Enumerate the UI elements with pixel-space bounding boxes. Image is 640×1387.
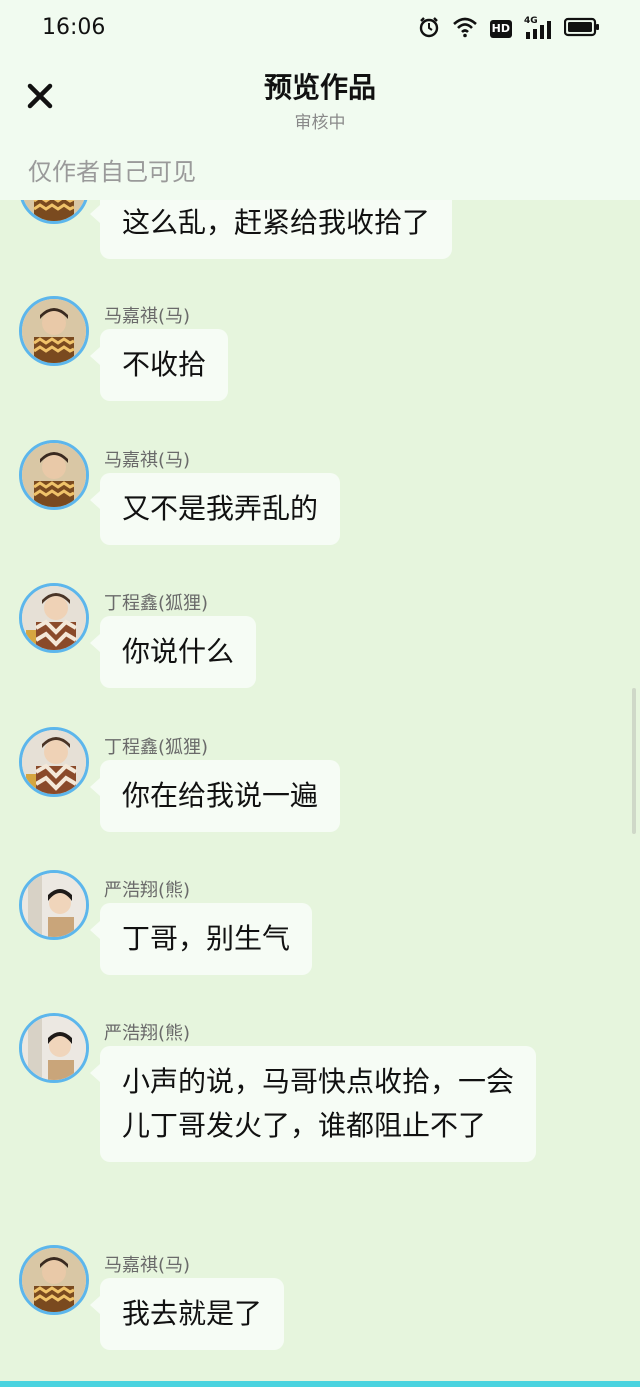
message-bubble[interactable]: 丁哥，别生气: [89, 903, 313, 975]
bottom-accent-bar: [0, 1381, 640, 1387]
wifi-icon: [452, 16, 478, 42]
message-bubble[interactable]: 小声的说，马哥快点收拾，一会儿丁哥发火了，谁都阻止不了: [90, 1046, 536, 1162]
sender-name: 严浩翔(熊): [104, 880, 191, 901]
battery-icon: [563, 17, 600, 41]
sender-name: 马嘉祺(马): [104, 450, 191, 471]
avatar[interactable]: [19, 1245, 89, 1315]
avatar[interactable]: [19, 296, 89, 366]
avatar[interactable]: [19, 440, 89, 510]
message-bubble[interactable]: 不收拾: [89, 329, 229, 401]
page-title: 预览作品: [263, 71, 376, 104]
hd-icon: HD: [489, 20, 512, 38]
avatar[interactable]: [19, 727, 89, 797]
signal-icon: 4G: [524, 16, 552, 40]
sender-name: 丁程鑫(狐狸): [104, 593, 209, 614]
chat-list[interactable]: 这么乱，赶紧给我收拾了 马嘉祺(马) 不收拾 马嘉祺(马) 又不是我弄乱的 丁程…: [0, 0, 640, 1387]
avatar[interactable]: [19, 870, 89, 940]
status-icons: HD 4G: [418, 16, 600, 42]
status-bar: 16:06 HD 4G: [0, 0, 640, 56]
message-bubble[interactable]: 又不是我弄乱的: [89, 473, 341, 545]
preview-header: 预览作品 审核中 仅作者自己可见: [0, 56, 640, 200]
review-status: 审核中: [294, 113, 346, 133]
sender-name: 马嘉祺(马): [104, 306, 191, 327]
alarm-icon: [418, 16, 440, 42]
scrollbar[interactable]: [632, 688, 636, 834]
avatar[interactable]: [19, 583, 89, 653]
visibility-notice: 仅作者自己可见: [28, 158, 196, 186]
message-bubble[interactable]: 你在给我说一遍: [89, 760, 341, 832]
avatar[interactable]: [19, 1013, 89, 1083]
sender-name: 严浩翔(熊): [104, 1023, 191, 1044]
sender-name: 马嘉祺(马): [104, 1255, 191, 1276]
message-bubble[interactable]: 我去就是了: [89, 1278, 285, 1350]
message-bubble[interactable]: 你说什么: [89, 616, 257, 688]
sender-name: 丁程鑫(狐狸): [104, 737, 209, 758]
status-time: 16:06: [42, 15, 106, 40]
